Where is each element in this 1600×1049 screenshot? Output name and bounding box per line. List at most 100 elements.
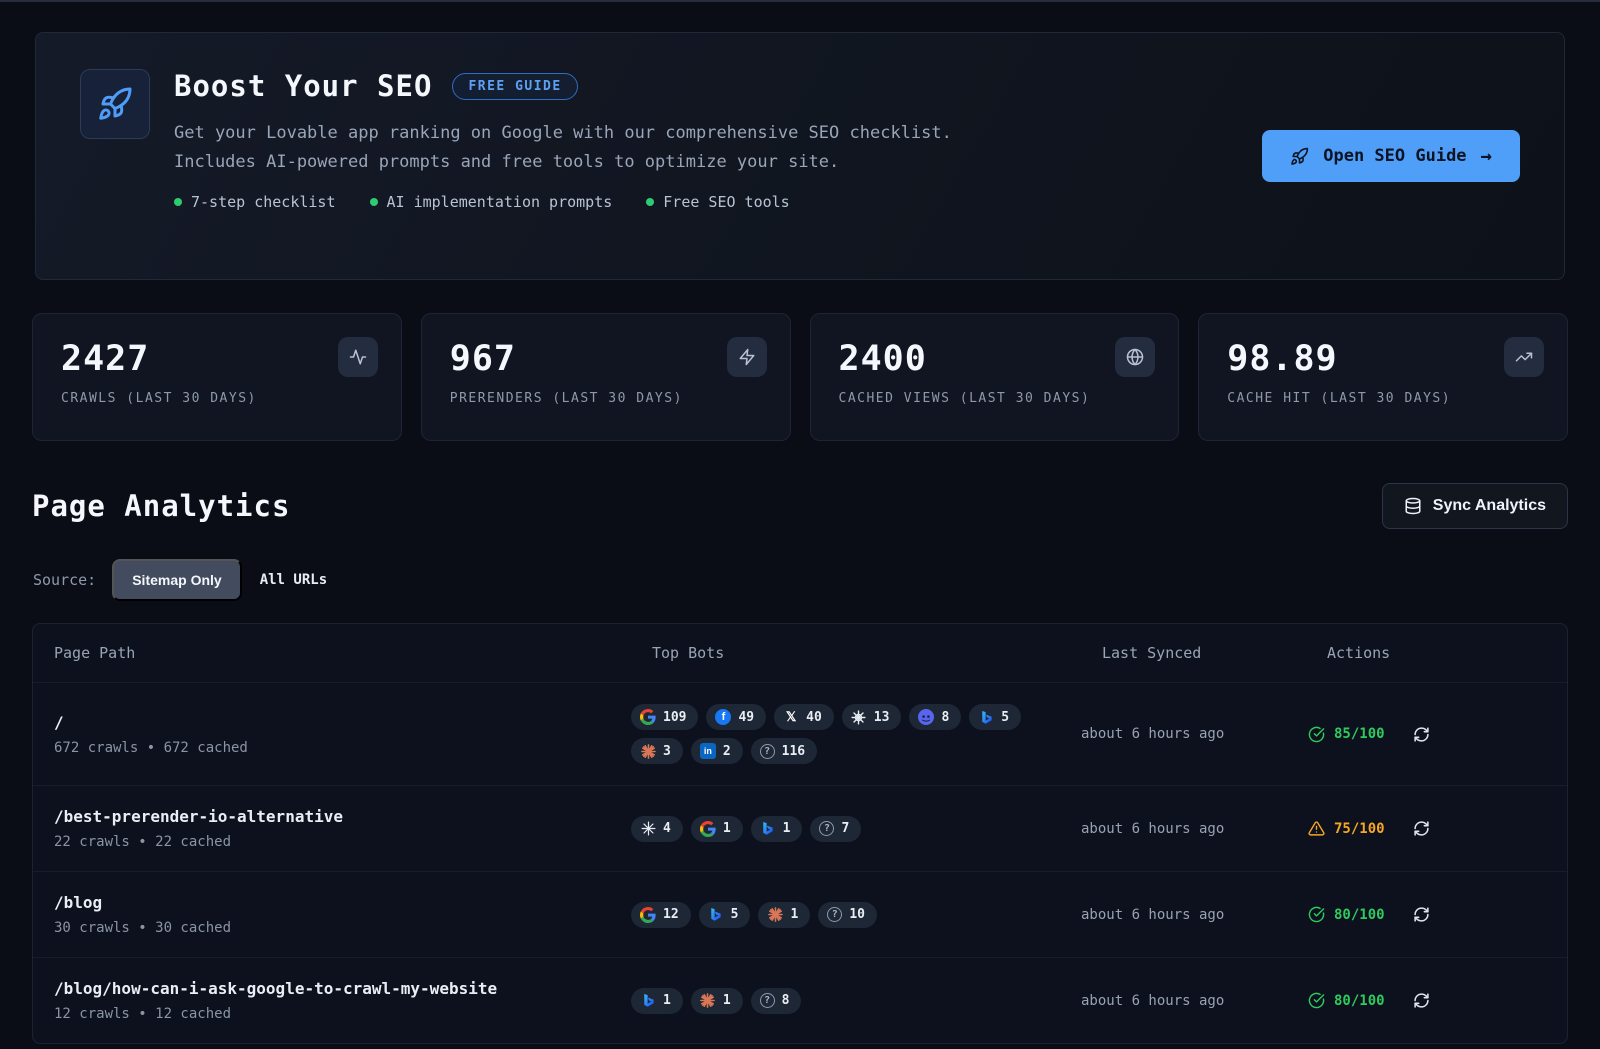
source-toggle-row: Source: Sitemap Only All URLs	[33, 559, 1568, 601]
table-row: /blog 30 crawls • 30 cached 12 5 1 ?10 a…	[33, 871, 1567, 957]
arrow-right-icon: →	[1481, 145, 1492, 167]
seo-promo-banner: Boost Your SEO FREE GUIDE Get your Lovab…	[35, 32, 1565, 280]
column-header-last-synced: Last Synced	[1081, 644, 1306, 662]
stat-card-crawls: 2427 CRAWLS (LAST 30 DAYS)	[32, 313, 402, 441]
bot-chip-linkedin: in2	[691, 738, 743, 764]
stat-value: 98.89	[1227, 339, 1539, 379]
page-title: Page Analytics	[32, 489, 290, 523]
page-crawl-meta: 12 crawls • 12 cached	[54, 1006, 631, 1022]
page-crawl-meta: 22 crawls • 22 cached	[54, 834, 631, 850]
bot-chip-list: 1 1 ?8	[631, 988, 1055, 1014]
claude-bot-icon	[767, 907, 783, 923]
bot-chip-claude: 3	[631, 738, 683, 764]
stat-card-cache-hit: 98.89 CACHE HIT (LAST 30 DAYS)	[1198, 313, 1568, 441]
claude-bot-icon	[640, 743, 656, 759]
stat-value: 2427	[61, 339, 373, 379]
refresh-button[interactable]	[1413, 906, 1430, 923]
claude-bot-icon	[700, 993, 716, 1009]
rocket-icon	[1290, 147, 1309, 166]
bing-bot-icon	[978, 709, 994, 725]
page-crawl-meta: 30 crawls • 30 cached	[54, 920, 631, 936]
bot-chip-unknown: ?8	[751, 988, 802, 1014]
stat-label: CACHE HIT (LAST 30 DAYS)	[1227, 391, 1539, 406]
refresh-button[interactable]	[1413, 820, 1430, 837]
x-bot-icon: 𝕏	[783, 709, 799, 725]
google-bot-icon	[640, 709, 656, 725]
banner-title: Boost Your SEO	[174, 69, 432, 103]
table-row: /best-prerender-io-alternative 22 crawls…	[33, 785, 1567, 871]
database-icon	[1404, 497, 1422, 515]
green-dot-icon	[174, 198, 182, 206]
stat-card-prerenders: 967 PRERENDERS (LAST 30 DAYS)	[421, 313, 791, 441]
stat-value: 2400	[839, 339, 1151, 379]
google-bot-icon	[640, 907, 656, 923]
feature-item: 7-step checklist	[174, 193, 336, 211]
last-synced-value: about 6 hours ago	[1081, 821, 1306, 837]
bot-chip-discord: 8	[909, 704, 961, 730]
bot-chip-google: 12	[631, 902, 691, 928]
page-crawl-meta: 672 crawls • 672 cached	[54, 740, 631, 756]
feature-label: Free SEO tools	[663, 193, 789, 211]
globe-icon	[1115, 337, 1155, 377]
seo-score: 85/100	[1308, 726, 1385, 743]
source-label: Source:	[33, 571, 96, 589]
google-bot-icon	[700, 821, 716, 837]
refresh-button[interactable]	[1413, 992, 1430, 1009]
source-option-sitemap-only[interactable]: Sitemap Only	[112, 559, 241, 601]
stats-row: 2427 CRAWLS (LAST 30 DAYS) 967 PRERENDER…	[32, 313, 1568, 441]
stat-label: PRERENDERS (LAST 30 DAYS)	[450, 391, 762, 406]
page-path[interactable]: /blog	[54, 893, 631, 912]
green-dot-icon	[646, 198, 654, 206]
column-header-actions: Actions	[1306, 644, 1567, 662]
bot-chip-bing: 1	[751, 816, 803, 842]
open-seo-guide-button[interactable]: Open SEO Guide →	[1262, 130, 1520, 182]
sync-analytics-label: Sync Analytics	[1433, 497, 1546, 515]
table-row: / 672 crawls • 672 cached 109 f49 𝕏40 13…	[33, 682, 1567, 785]
bot-chip-x: 𝕏40	[774, 704, 834, 730]
unknown-bot-icon: ?	[760, 744, 775, 759]
column-header-top-bots: Top Bots	[631, 644, 1081, 662]
bot-chip-openai: 13	[842, 704, 902, 730]
page-path[interactable]: /blog/how-can-i-ask-google-to-crawl-my-w…	[54, 979, 631, 998]
table-header-row: Page Path Top Bots Last Synced Actions	[33, 624, 1567, 682]
cta-label: Open SEO Guide	[1323, 146, 1466, 166]
seo-score: 80/100	[1308, 992, 1385, 1009]
stat-label: CACHED VIEWS (LAST 30 DAYS)	[839, 391, 1151, 406]
bot-chip-list: 4 1 1 ?7	[631, 816, 1055, 842]
trending-up-icon	[1504, 337, 1544, 377]
page-analytics-header: Page Analytics Sync Analytics	[32, 483, 1568, 529]
refresh-button[interactable]	[1413, 726, 1430, 743]
rocket-icon	[80, 69, 150, 139]
bot-chip-google: 109	[631, 704, 698, 730]
bot-chip-unknown: ?10	[818, 902, 877, 928]
perplexity-bot-icon	[640, 821, 656, 837]
last-synced-value: about 6 hours ago	[1081, 907, 1306, 923]
linkedin-bot-icon: in	[700, 743, 716, 759]
bot-chip-unknown: ?116	[751, 738, 817, 764]
feature-item: AI implementation prompts	[370, 193, 613, 211]
facebook-bot-icon: f	[715, 709, 731, 725]
unknown-bot-icon: ?	[760, 993, 775, 1008]
feature-label: 7-step checklist	[191, 193, 336, 211]
bot-chip-google: 1	[691, 816, 743, 842]
page-path[interactable]: /	[54, 713, 631, 732]
feature-label: AI implementation prompts	[387, 193, 613, 211]
source-option-all-urls[interactable]: All URLs	[258, 561, 329, 599]
green-dot-icon	[370, 198, 378, 206]
page-path[interactable]: /best-prerender-io-alternative	[54, 807, 631, 826]
bing-bot-icon	[760, 821, 776, 837]
table-row: /blog/how-can-i-ask-google-to-crawl-my-w…	[33, 957, 1567, 1043]
bot-chip-unknown: ?7	[810, 816, 861, 842]
bot-chip-list: 109 f49 𝕏40 13 8 5 3 in2 ?116	[631, 704, 1055, 764]
sync-analytics-button[interactable]: Sync Analytics	[1382, 483, 1568, 529]
zap-icon	[727, 337, 767, 377]
bing-bot-icon	[708, 907, 724, 923]
bing-bot-icon	[640, 993, 656, 1009]
activity-icon	[338, 337, 378, 377]
bot-chip-bing: 1	[631, 988, 683, 1014]
bot-chip-list: 12 5 1 ?10	[631, 902, 1055, 928]
openai-bot-icon	[851, 709, 867, 725]
bot-chip-facebook: f49	[706, 704, 766, 730]
discord-bot-icon	[918, 709, 934, 725]
stat-label: CRAWLS (LAST 30 DAYS)	[61, 391, 373, 406]
